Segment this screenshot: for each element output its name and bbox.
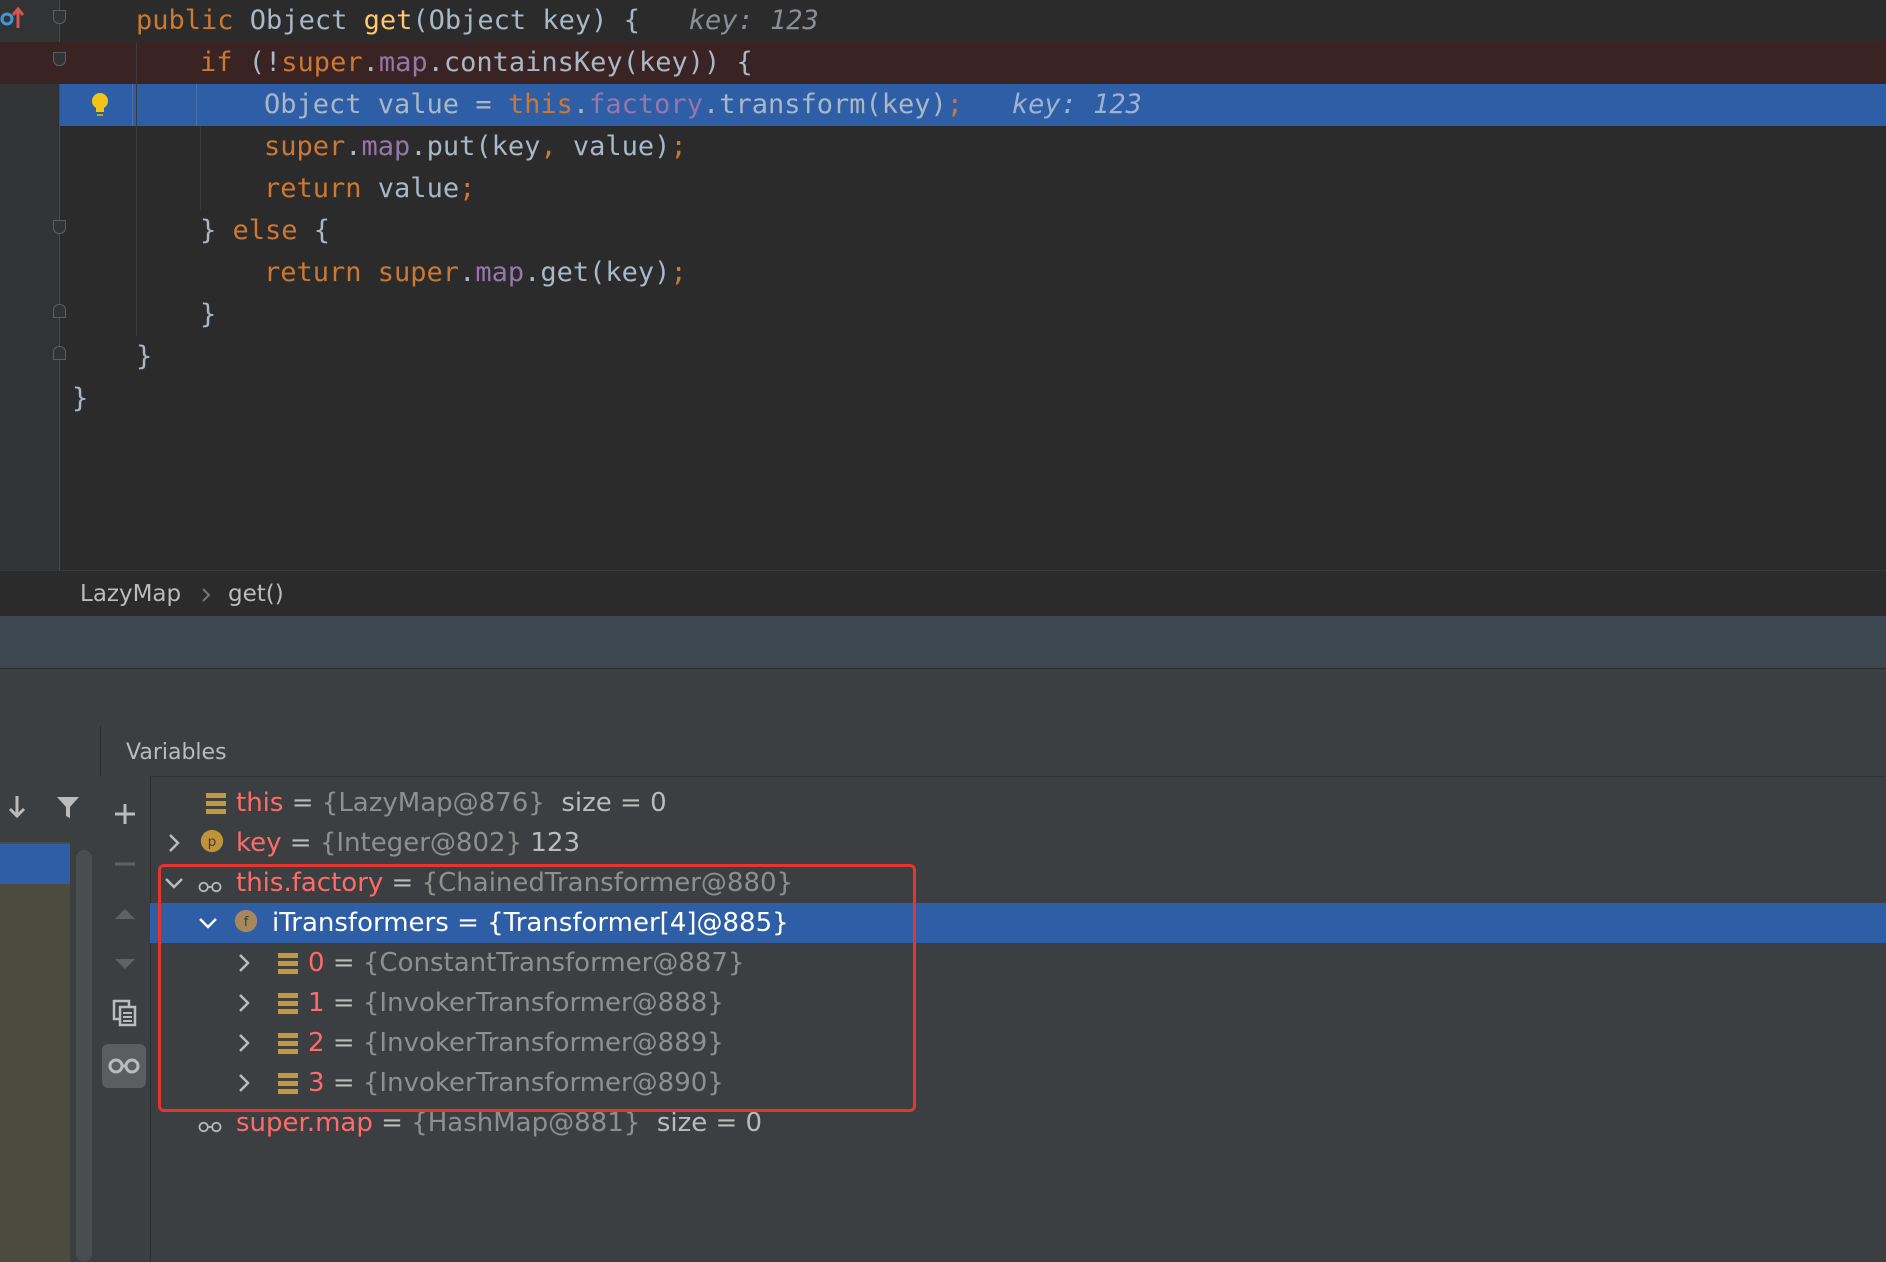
inline-hint-1: key: 123 [688,5,819,36]
lightbulb-icon[interactable] [88,90,112,120]
frames-panel [0,726,101,1262]
move-up-icon[interactable] [111,900,139,928]
code-line-7: return super.map.get(key); [264,257,687,288]
debug-tool-window-header [0,616,1886,668]
variable-row[interactable]: this = {LazyMap@876} size = 0 [150,783,1886,823]
code-line-8: } [200,299,217,330]
variable-eq: = [291,788,314,818]
code-line-6: } else { [200,215,331,246]
variable-extra: size = 0 [561,788,667,818]
variable-name: key [236,828,282,858]
add-watch-icon[interactable] [111,800,139,828]
breakpoint-line: if (!super.map.containsKey(key)) { [0,42,1886,84]
code-line-5: return value; [264,173,476,204]
annotation-highlight-box [158,864,916,1112]
code-line-2: if (!super.map.containsKey(key)) { [200,47,753,78]
code-line-4: super.map.put(key, value); [264,131,687,162]
variable-eq: = [289,828,312,858]
move-down-icon[interactable] [111,950,139,978]
inline-hint-3: key: 123 [1011,89,1142,120]
chevron-right-icon[interactable] [162,831,186,855]
variables-toolbar [100,776,151,1262]
frames-scrollbar[interactable] [76,850,92,1262]
variable-eq: = [381,1108,403,1138]
fold-marker[interactable] [53,52,66,66]
list-icon [206,793,226,814]
code-line-3: Object value = this.factory.transform(ke… [264,89,1142,120]
copy-icon[interactable] [111,998,139,1028]
fold-marker[interactable] [53,304,66,318]
show-watches-toggle[interactable] [102,1044,146,1088]
remove-watch-icon[interactable] [111,850,139,878]
filter-icon[interactable] [54,792,82,822]
frames-list[interactable] [0,842,70,1262]
variable-row[interactable]: p key = {Integer@802} 123 [150,823,1886,863]
selected-frame[interactable] [0,844,70,884]
fold-marker[interactable] [53,10,66,24]
variable-extra: 123 [530,828,580,858]
code-editor[interactable]: public Object get(Object key) { key: 123… [0,0,1886,570]
variable-value: {Integer@802} [319,828,523,858]
current-execution-line: Object value = this.factory.transform(ke… [60,84,1886,126]
debug-tabs-bar [0,668,1886,727]
variables-header: Variables [100,726,1886,777]
code-line-1: public Object get(Object key) { key: 123 [136,5,819,36]
breadcrumb: LazyMap get() [0,570,1886,617]
indent-guide [136,42,137,336]
show-watches-icon [108,1058,140,1074]
variable-value: {HashMap@881} [411,1108,641,1138]
code-line-10: } [72,383,89,414]
chevron-right-icon [202,588,211,602]
variable-name: this [236,788,284,818]
parameter-icon: p [200,829,224,853]
code-line-9: } [136,341,153,372]
breadcrumb-class[interactable]: LazyMap [80,581,181,607]
svg-text:p: p [208,834,217,850]
variable-name: super.map [236,1108,373,1138]
variables-title: Variables [126,740,227,765]
indent-guide [200,126,201,210]
fold-marker[interactable] [53,346,66,360]
variable-value: {LazyMap@876} [321,788,545,818]
breadcrumb-method[interactable]: get() [228,581,284,607]
fold-marker[interactable] [53,220,66,234]
watch-icon [198,1121,222,1133]
variable-extra: size = 0 [656,1108,763,1138]
step-into-icon[interactable] [4,792,30,822]
